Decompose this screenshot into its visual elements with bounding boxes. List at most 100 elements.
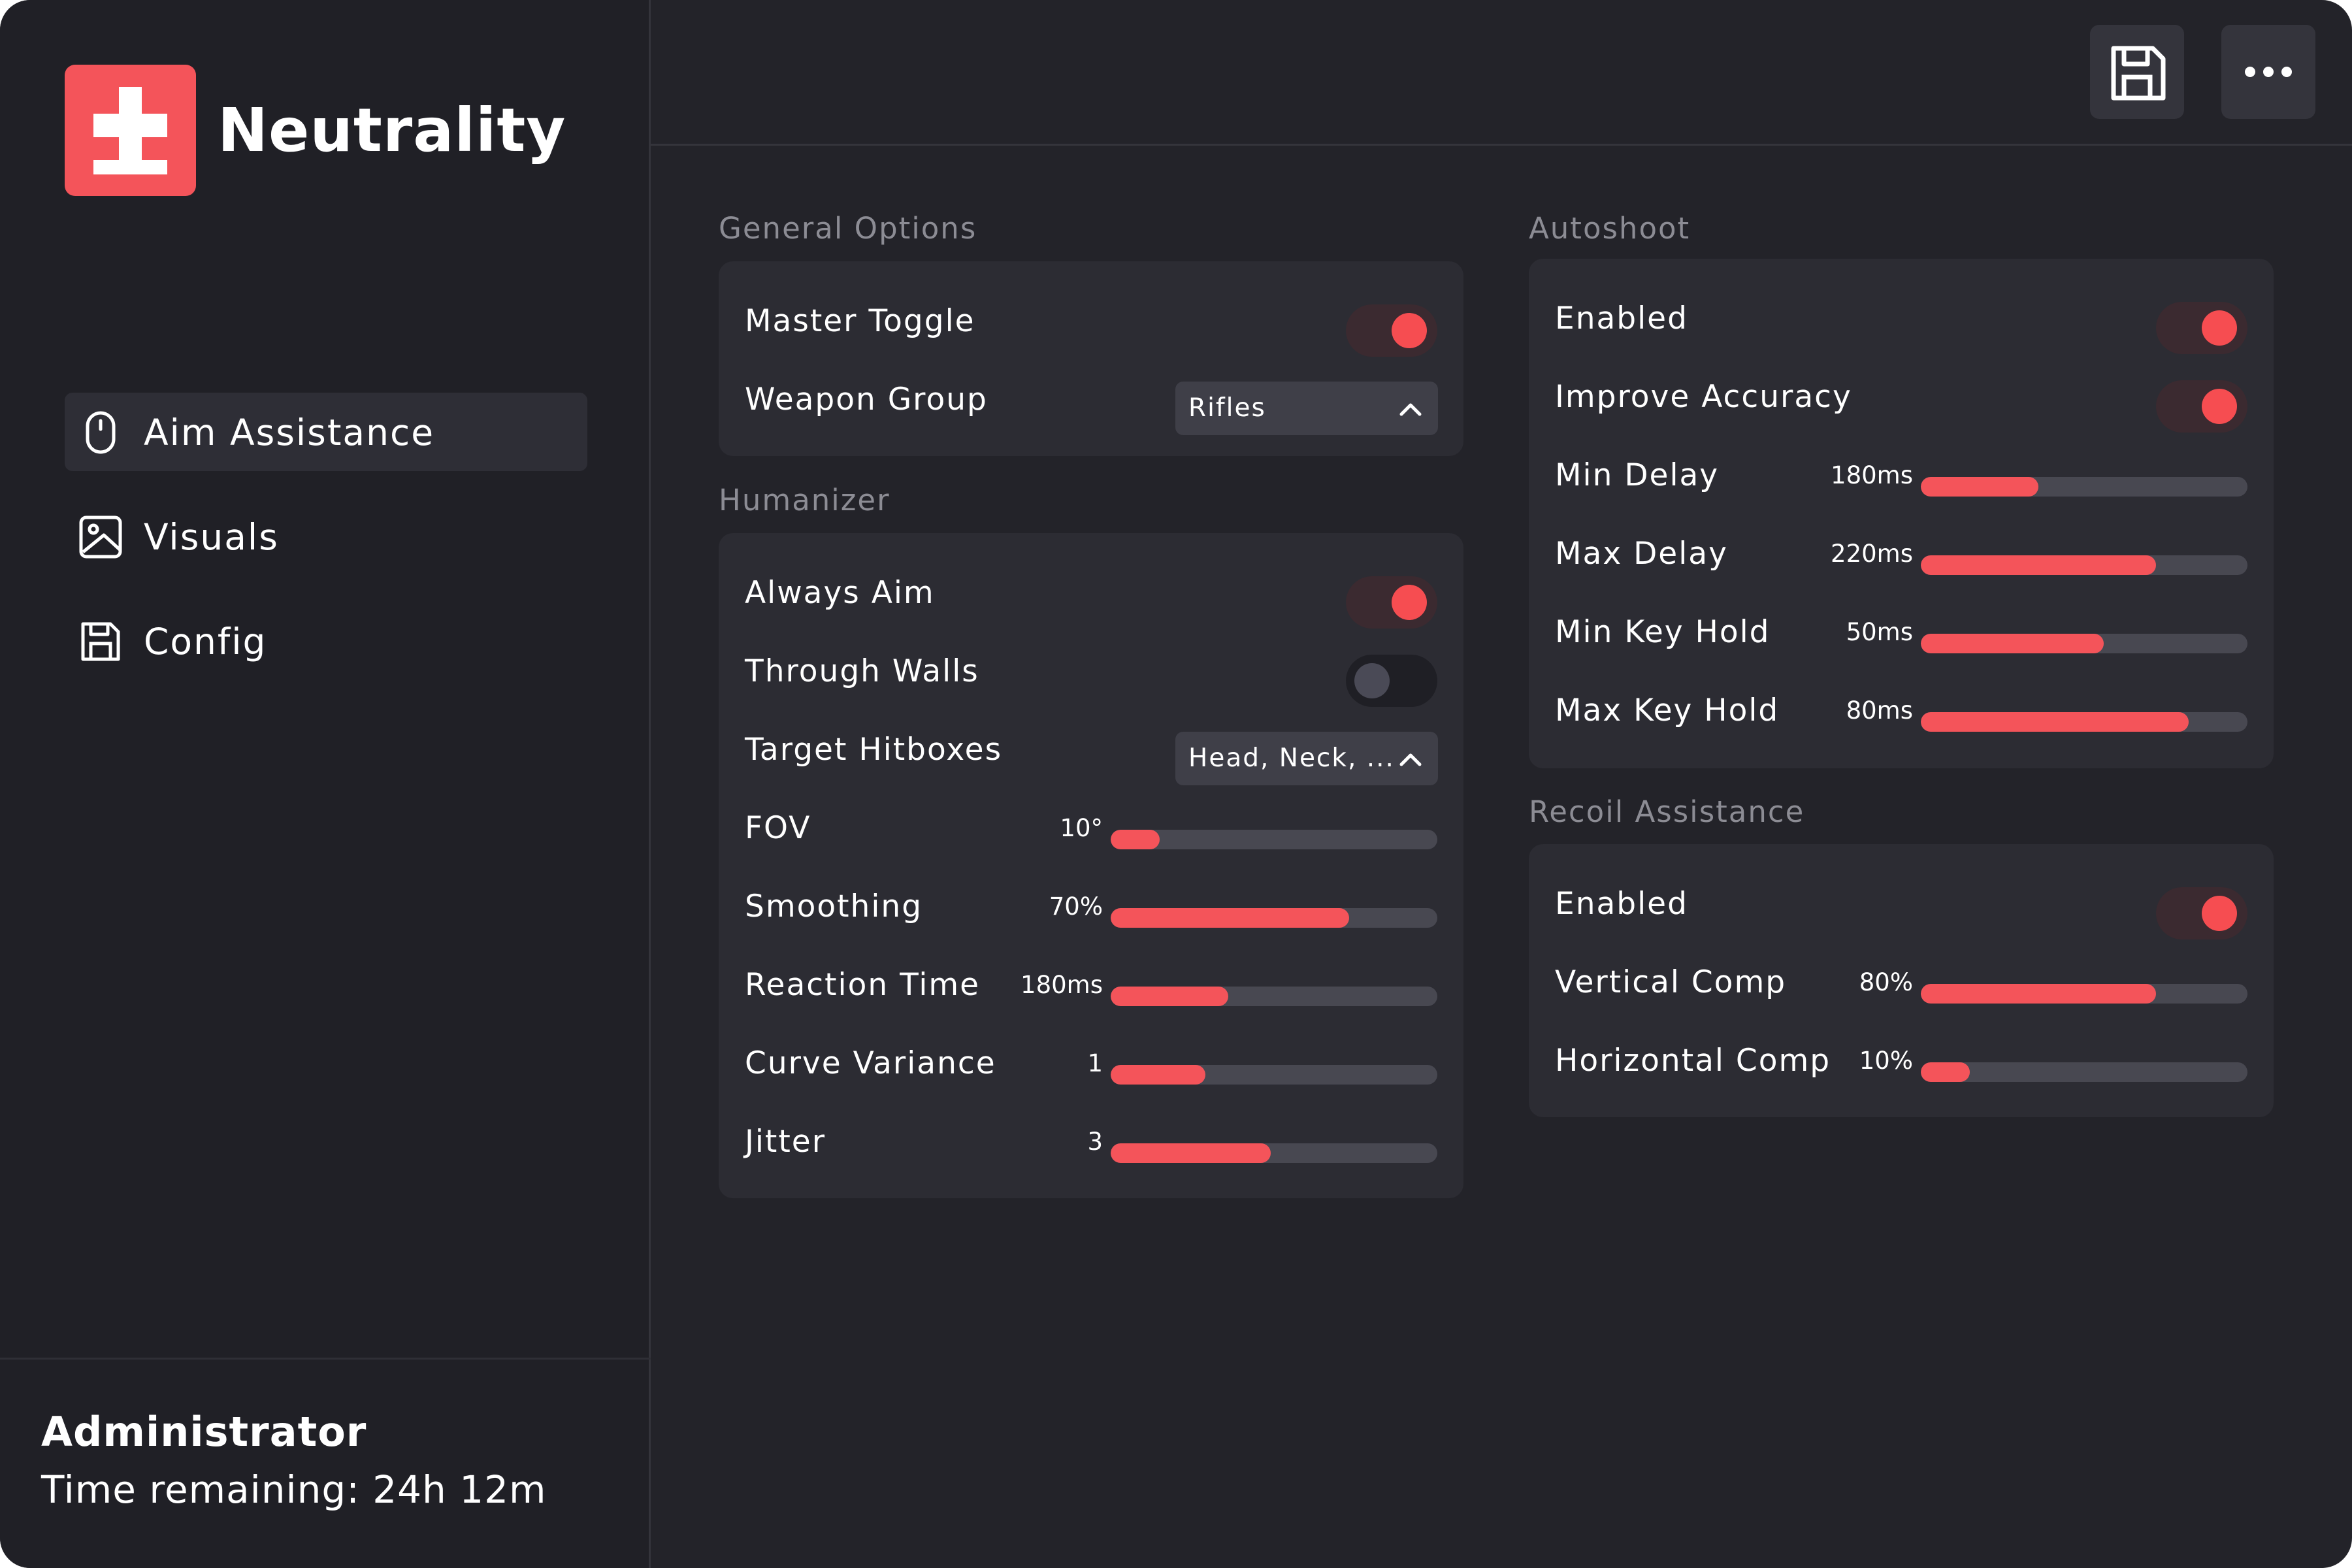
sidebar-item-visuals[interactable]: Visuals: [65, 497, 587, 576]
improve-accuracy-toggle[interactable]: [2156, 380, 2247, 433]
time-remaining: Time remaining: 24h 12m: [41, 1467, 547, 1512]
max-key-hold-slider[interactable]: [1921, 712, 2247, 732]
save-button[interactable]: [2090, 25, 2184, 119]
slider-row-max-delay: Max Delay 220ms: [1529, 521, 2274, 587]
setting-row-weapon-group: Weapon Group Rifles: [719, 367, 1463, 435]
slider-value: 3: [1087, 1128, 1103, 1156]
slider-label: Smoothing: [745, 889, 923, 924]
slider-fill: [1921, 1062, 1970, 1082]
setting-row-autoshoot-enabled: Enabled: [1529, 286, 2274, 354]
image-icon: [79, 515, 122, 559]
slider-value: 180ms: [1831, 461, 1913, 489]
sidebar-item-label: Config: [144, 621, 267, 662]
setting-label: Enabled: [1555, 301, 1688, 336]
setting-label: Through Walls: [745, 653, 979, 689]
setting-label: Improve Accuracy: [1555, 379, 1852, 415]
floppy-disk-icon: [2111, 46, 2166, 101]
sidebar-item-config[interactable]: Config: [65, 602, 587, 680]
app-window: Neutrality Aim Assistance Visuals Config: [0, 0, 2352, 1568]
more-options-button[interactable]: [2221, 25, 2315, 119]
section-title-humanizer: Humanizer: [719, 483, 890, 517]
slider-value: 80%: [1859, 968, 1913, 996]
always-aim-toggle[interactable]: [1346, 576, 1437, 629]
reaction-time-slider[interactable]: [1111, 987, 1437, 1006]
slider-row-max-key-hold: Max Key Hold 80ms: [1529, 678, 2274, 743]
setting-row-recoil-enabled: Enabled: [1529, 872, 2274, 939]
setting-label: Master Toggle: [745, 303, 975, 339]
slider-value: 1: [1087, 1049, 1103, 1077]
toggle-knob: [2202, 389, 2237, 424]
slider-label: FOV: [745, 810, 811, 846]
slider-label: Max Key Hold: [1555, 693, 1780, 728]
slider-value: 80ms: [1846, 696, 1913, 725]
slider-label: Jitter: [745, 1124, 826, 1160]
setting-row-target-hitboxes: Target Hitboxes Head, Neck, ...: [719, 717, 1463, 785]
logo-cross-icon: [65, 65, 196, 196]
slider-label: Min Key Hold: [1555, 614, 1771, 650]
slider-fill: [1111, 908, 1349, 928]
sidebar-item-label: Visuals: [144, 516, 279, 558]
topbar-divider: [651, 144, 2352, 146]
slider-row-smoothing: Smoothing 70%: [719, 874, 1463, 939]
card-autoshoot: Enabled Improve Accuracy Min Delay 180ms…: [1529, 259, 2274, 768]
select-value: Rifles: [1188, 393, 1266, 423]
app-name: Neutrality: [218, 95, 566, 165]
sidebar-item-label: Aim Assistance: [144, 412, 435, 453]
weapon-group-select[interactable]: Rifles: [1175, 382, 1438, 435]
setting-label: Always Aim: [745, 575, 935, 611]
slider-label: Min Delay: [1555, 457, 1720, 493]
slider-value: 220ms: [1831, 540, 1913, 568]
slider-label: Reaction Time: [745, 967, 981, 1003]
more-horizontal-icon: [2245, 67, 2292, 77]
slider-value: 10°: [1060, 814, 1103, 842]
sidebar: Neutrality Aim Assistance Visuals Config: [0, 0, 651, 1568]
slider-fill: [1921, 477, 2038, 497]
slider-value: 50ms: [1846, 618, 1913, 646]
chevron-up-icon: [1399, 753, 1422, 766]
sidebar-divider: [0, 1358, 651, 1360]
max-delay-slider[interactable]: [1921, 555, 2247, 575]
through-walls-toggle[interactable]: [1346, 655, 1437, 707]
curve-variance-slider[interactable]: [1111, 1065, 1437, 1085]
smoothing-slider[interactable]: [1111, 908, 1437, 928]
section-title-autoshoot: Autoshoot: [1529, 211, 1691, 246]
slider-label: Vertical Comp: [1555, 964, 1787, 1000]
toggle-knob: [1354, 663, 1390, 698]
floppy-disk-icon: [81, 622, 120, 661]
slider-fill: [1111, 830, 1160, 849]
section-title-general-options: General Options: [719, 211, 977, 246]
slider-value: 70%: [1049, 892, 1103, 921]
master-toggle-switch[interactable]: [1346, 304, 1437, 357]
jitter-slider[interactable]: [1111, 1143, 1437, 1163]
sidebar-item-aim-assistance[interactable]: Aim Assistance: [65, 393, 587, 471]
setting-label: Target Hitboxes: [745, 732, 1003, 768]
slider-fill: [1921, 712, 2189, 732]
slider-fill: [1111, 1065, 1205, 1085]
slider-value: 10%: [1859, 1047, 1913, 1075]
min-delay-slider[interactable]: [1921, 477, 2247, 497]
toggle-knob: [2202, 310, 2237, 346]
card-recoil-assistance: Enabled Vertical Comp 80% Horizontal Com…: [1529, 844, 2274, 1117]
select-value: Head, Neck, ...: [1188, 743, 1395, 773]
slider-fill: [1111, 987, 1228, 1006]
slider-fill: [1921, 555, 2156, 575]
slider-label: Horizontal Comp: [1555, 1043, 1831, 1079]
user-name: Administrator: [41, 1408, 367, 1456]
autoshoot-enabled-toggle[interactable]: [2156, 302, 2247, 354]
card-general-options: Master Toggle Weapon Group Rifles: [719, 261, 1463, 456]
horizontal-comp-slider[interactable]: [1921, 1062, 2247, 1082]
mouse-icon: [86, 411, 116, 454]
recoil-enabled-toggle[interactable]: [2156, 887, 2247, 939]
vertical-comp-slider[interactable]: [1921, 984, 2247, 1004]
chevron-up-icon: [1399, 403, 1422, 416]
toggle-knob: [1392, 585, 1427, 620]
min-key-hold-slider[interactable]: [1921, 634, 2247, 653]
slider-row-reaction-time: Reaction Time 180ms: [719, 953, 1463, 1018]
toggle-knob: [2202, 896, 2237, 931]
slider-row-min-delay: Min Delay 180ms: [1529, 443, 2274, 508]
target-hitboxes-select[interactable]: Head, Neck, ...: [1175, 732, 1438, 785]
slider-fill: [1921, 634, 2104, 653]
setting-row-always-aim: Always Aim: [719, 561, 1463, 629]
fov-slider[interactable]: [1111, 830, 1437, 849]
section-title-recoil-assistance: Recoil Assistance: [1529, 794, 1805, 829]
